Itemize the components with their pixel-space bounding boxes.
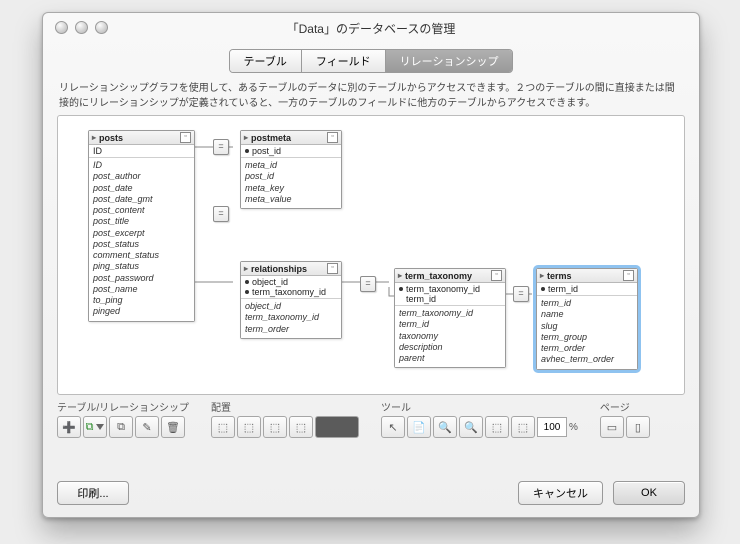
maximize-icon[interactable]: ▫	[491, 270, 502, 281]
page-break-v-button[interactable]: ▯	[626, 416, 650, 438]
table-relationships[interactable]: ▸relationships ▫ object_id term_taxonomy_…	[240, 261, 342, 339]
zoom-percent-label: %	[569, 422, 578, 433]
key-field: term_id	[399, 294, 436, 304]
field-list: ID post_author post_date post_date_gmt p…	[89, 158, 194, 321]
zoom-input[interactable]	[537, 417, 567, 437]
maximize-icon[interactable]: ▫	[327, 263, 338, 274]
expand-icon: ▸	[92, 133, 96, 142]
delete-button[interactable]: 🗑	[161, 416, 185, 438]
window-title: 「Data」のデータベースの管理	[43, 13, 699, 43]
maximize-icon[interactable]: ▫	[180, 132, 191, 143]
table-title: postmeta	[251, 133, 291, 143]
window-traffic-lights	[55, 21, 108, 34]
duplicate-button[interactable]: ⧉	[109, 416, 133, 438]
join-operator[interactable]: =	[213, 206, 229, 222]
key-dot-icon	[541, 287, 545, 291]
expand-icon: ▸	[244, 133, 248, 142]
join-operator[interactable]: =	[513, 286, 529, 302]
table-terms[interactable]: ▸terms ▫ term_id term_id name slug term_g…	[536, 268, 638, 370]
toolbar: テーブル/リレーションシップ ➕ ⧉ ⧉ ✎ 🗑 配置 ⬚ ⬚ ⬚ ⬚ ツール …	[57, 399, 685, 438]
tab-segmented-control: テーブル フィールド リレーションシップ	[229, 49, 514, 73]
align-left-button[interactable]: ⬚	[211, 416, 235, 438]
pointer-tool[interactable]: ↖	[381, 416, 405, 438]
table-posts[interactable]: ▸posts ▫ ID ID post_author post_date post…	[88, 130, 195, 322]
key-field: term_id	[548, 284, 578, 294]
field-list: object_id term_taxonomy_id term_order	[241, 299, 341, 338]
page-break-h-button[interactable]: ▭	[600, 416, 624, 438]
zoom-fit-button[interactable]: ⬚	[485, 416, 509, 438]
close-dot[interactable]	[55, 21, 68, 34]
add-table-button[interactable]: ➕	[57, 416, 81, 438]
table-title: posts	[99, 133, 123, 143]
ok-button[interactable]: OK	[613, 481, 685, 505]
description-text: リレーションシップグラフを使用して、あるテーブルのデータに別のテーブルからアクセ…	[59, 81, 683, 111]
table-title: terms	[547, 271, 572, 281]
group-label: ページ	[600, 399, 650, 414]
join-operator[interactable]: =	[213, 139, 229, 155]
resize-button[interactable]: ⬚	[289, 416, 313, 438]
expand-icon: ▸	[398, 271, 402, 280]
expand-icon: ▸	[244, 264, 248, 273]
key-dot-icon	[245, 149, 249, 153]
cancel-button[interactable]: キャンセル	[518, 481, 603, 505]
zoom-selection-button[interactable]: ⬚	[511, 416, 535, 438]
group-label: テーブル/リレーションシップ	[57, 399, 189, 414]
table-postmeta[interactable]: ▸postmeta ▫ post_id meta_id post_id meta_…	[240, 130, 342, 209]
align-right-button[interactable]: ⬚	[237, 416, 261, 438]
relationship-canvas[interactable]: ▸posts▫ ID ID post_author post_date post…	[57, 115, 685, 395]
add-relation-button[interactable]: ⧉	[83, 416, 107, 438]
color-swatch[interactable]	[315, 416, 359, 438]
join-operator[interactable]: =	[360, 276, 376, 292]
edit-button[interactable]: ✎	[135, 416, 159, 438]
dialog-window: 「Data」のデータベースの管理 テーブル フィールド リレーションシップ リレ…	[42, 12, 700, 518]
note-tool[interactable]: 📄	[407, 416, 431, 438]
table-title: relationships	[251, 264, 307, 274]
distribute-button[interactable]: ⬚	[263, 416, 287, 438]
group-label: ツール	[381, 399, 578, 414]
key-dot-icon	[399, 287, 403, 291]
field-list: term_id name slug term_group term_order …	[537, 296, 637, 369]
tab-fields[interactable]: フィールド	[302, 50, 386, 72]
zoom-in-button[interactable]: 🔍	[433, 416, 457, 438]
print-button[interactable]: 印刷...	[57, 481, 129, 505]
field-list: meta_id post_id meta_key meta_value	[241, 158, 341, 208]
minimize-dot[interactable]	[75, 21, 88, 34]
maximize-icon[interactable]: ▫	[623, 270, 634, 281]
key-field: object_id	[252, 277, 288, 287]
key-field: term_taxonomy_id	[252, 287, 326, 297]
field-list: term_taxonomy_id term_id taxonomy descri…	[395, 306, 505, 367]
key-dot-icon	[245, 280, 249, 284]
key-field: ID	[93, 146, 102, 156]
table-title: term_taxonomy	[405, 271, 472, 281]
expand-icon: ▸	[540, 271, 544, 280]
group-label: 配置	[211, 399, 359, 414]
zoom-out-button[interactable]: 🔍	[459, 416, 483, 438]
key-field: term_taxonomy_id	[406, 284, 480, 294]
tab-relationships[interactable]: リレーションシップ	[386, 50, 513, 72]
key-field: post_id	[252, 146, 281, 156]
table-term-taxonomy[interactable]: ▸term_taxonomy ▫ term_taxonomy_id term_id…	[394, 268, 506, 368]
zoom-dot[interactable]	[95, 21, 108, 34]
maximize-icon[interactable]: ▫	[327, 132, 338, 143]
tab-tables[interactable]: テーブル	[230, 50, 302, 72]
key-dot-icon	[245, 290, 249, 294]
